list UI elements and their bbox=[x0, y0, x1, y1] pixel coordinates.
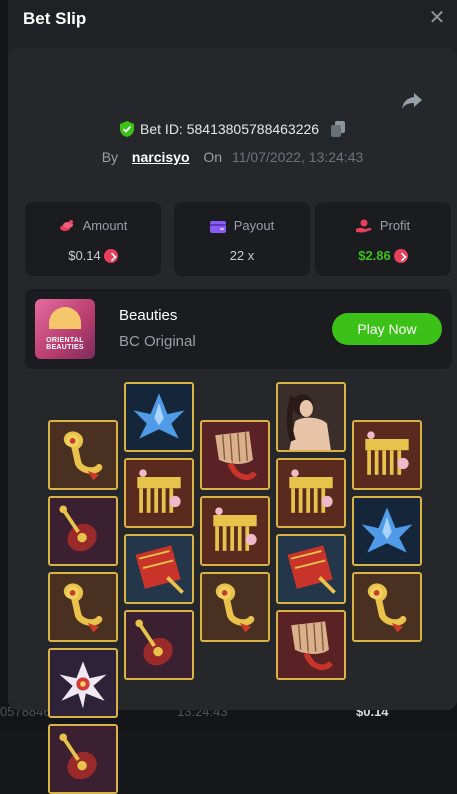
close-icon[interactable]: ✕ bbox=[427, 8, 447, 28]
bet-slip-modal: Bet Slip ✕ Bet ID: 58413805788463226 By … bbox=[8, 0, 457, 710]
fan-icon bbox=[49, 307, 81, 329]
reel-symbol-ruyi bbox=[48, 572, 118, 642]
payout-value: 22 x bbox=[174, 248, 310, 263]
reel-symbol-harp bbox=[276, 610, 346, 680]
reel-symbol-ruyi bbox=[48, 420, 118, 490]
hand-coin-icon bbox=[356, 219, 372, 233]
reel-symbol-blue-lotus bbox=[124, 382, 194, 452]
bet-id-row: Bet ID: 58413805788463226 bbox=[8, 121, 457, 140]
amount-label-row: Amount bbox=[25, 218, 161, 233]
currency-coin-icon bbox=[104, 249, 118, 263]
reel-symbol-red-fan bbox=[276, 534, 346, 604]
reel-symbol-lute bbox=[48, 724, 118, 794]
game-thumbnail[interactable]: ORIENTAL BEAUTIES bbox=[35, 299, 95, 359]
reel-symbol-lute bbox=[124, 610, 194, 680]
game-provider: BC Original bbox=[119, 333, 196, 350]
reel-symbol-comb bbox=[124, 458, 194, 528]
modal-header: Bet Slip ✕ bbox=[8, 0, 457, 44]
coins-icon bbox=[59, 219, 75, 233]
modal-title: Bet Slip bbox=[23, 9, 86, 29]
amount-card: Amount $0.14 bbox=[25, 202, 161, 276]
profit-label: Profit bbox=[380, 218, 410, 233]
reel-symbol-comb bbox=[276, 458, 346, 528]
reel-symbol-ruyi bbox=[200, 572, 270, 642]
on-label: On bbox=[203, 149, 222, 165]
payout-label: Payout bbox=[234, 218, 274, 233]
slot-reels bbox=[48, 382, 428, 682]
reel-symbol-ruyi bbox=[352, 572, 422, 642]
amount-label: Amount bbox=[83, 218, 128, 233]
game-thumbnail-text: ORIENTAL BEAUTIES bbox=[35, 337, 95, 351]
game-card: ORIENTAL BEAUTIES Beauties BC Original P… bbox=[25, 289, 452, 369]
reel-symbol-red-fan bbox=[124, 534, 194, 604]
payout-label-row: Payout bbox=[174, 218, 310, 233]
bet-meta-row: By narcisyo On 11/07/2022, 13:24:43 bbox=[8, 149, 457, 165]
profit-label-row: Profit bbox=[315, 218, 451, 233]
bet-id-text: Bet ID: 58413805788463226 bbox=[140, 121, 319, 137]
share-icon[interactable] bbox=[401, 92, 423, 110]
reel-symbol-lady bbox=[276, 382, 346, 452]
reel-symbol-lute bbox=[48, 496, 118, 566]
reel-symbol-harp bbox=[200, 420, 270, 490]
username-link[interactable]: narcisyo bbox=[132, 149, 190, 165]
bet-stats: Amount $0.14 Payout 22 x Profit bbox=[25, 202, 445, 276]
reel-symbol-comb bbox=[200, 496, 270, 566]
play-now-button[interactable]: Play Now bbox=[332, 313, 442, 345]
copy-icon[interactable] bbox=[331, 121, 345, 140]
profit-card: Profit $2.86 bbox=[315, 202, 451, 276]
bet-datetime: 11/07/2022, 13:24:43 bbox=[232, 149, 363, 165]
reel-symbol-lotus-flower bbox=[48, 648, 118, 718]
profit-value-row: $2.86 bbox=[315, 248, 451, 263]
shield-check-icon bbox=[120, 121, 134, 140]
currency-coin-icon bbox=[394, 249, 408, 263]
amount-value: $0.14 bbox=[68, 248, 101, 263]
reel-symbol-blue-lotus bbox=[352, 496, 422, 566]
amount-value-row: $0.14 bbox=[25, 248, 161, 263]
payout-card: Payout 22 x bbox=[174, 202, 310, 276]
by-label: By bbox=[102, 149, 118, 165]
wallet-icon bbox=[210, 220, 226, 233]
reel-symbol-comb bbox=[352, 420, 422, 490]
profit-value: $2.86 bbox=[358, 248, 391, 263]
game-name: Beauties bbox=[119, 307, 177, 324]
